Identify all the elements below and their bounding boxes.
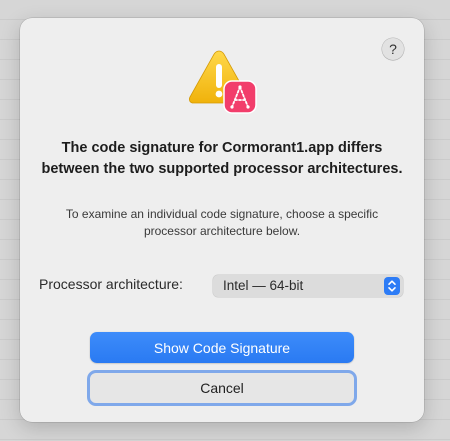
processor-architecture-label: Processor architecture: — [39, 276, 183, 292]
show-code-signature-button[interactable]: Show Code Signature — [90, 332, 354, 363]
app-badge-icon — [223, 80, 257, 114]
warning-triangle-icon — [187, 48, 261, 114]
alert-dialog: ? The code signature for Cormorant1.app … — [20, 18, 424, 422]
popup-selected-value: Intel — 64-bit — [223, 278, 304, 293]
processor-architecture-popup[interactable]: Intel — 64-bit — [213, 275, 403, 297]
help-button[interactable]: ? — [382, 38, 404, 60]
chevron-up-down-icon — [384, 277, 400, 295]
dialog-title: The code signature for Cormorant1.app di… — [41, 140, 403, 177]
dialog-message: To examine an individual code signature,… — [65, 207, 379, 238]
cancel-button[interactable]: Cancel — [87, 370, 357, 406]
help-icon: ? — [389, 41, 397, 57]
